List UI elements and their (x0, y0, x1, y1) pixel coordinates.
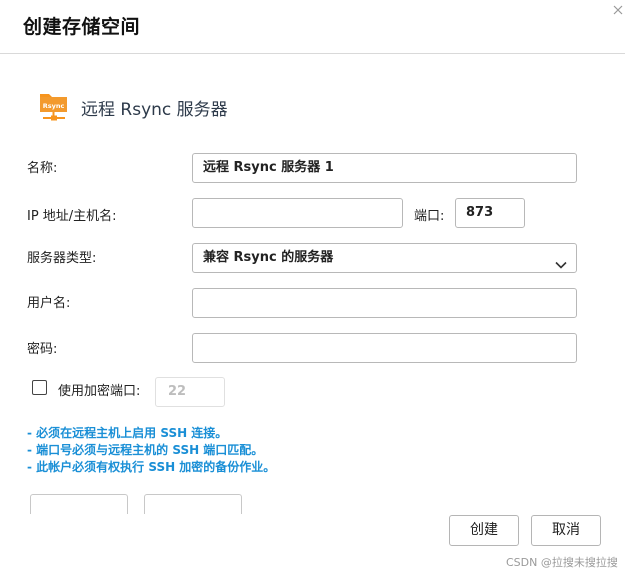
svg-text:Rsync: Rsync (43, 102, 65, 110)
name-label: 名称: (27, 161, 58, 176)
note-item: - 必须在远程主机上启用 SSH 连接。 (27, 426, 228, 440)
ssh-notes: - 必须在远程主机上启用 SSH 连接。 - 端口号必须与远程主机的 SSH 端… (27, 425, 275, 476)
encrypted-port-label: 使用加密端口: (58, 384, 141, 399)
note-item: - 此帐户必须有权执行 SSH 加密的备份作业。 (27, 460, 276, 474)
chevron-down-icon (555, 253, 567, 269)
hidden-button-right (144, 494, 242, 514)
close-icon[interactable] (612, 4, 624, 16)
note-item: - 端口号必须与远程主机的 SSH 端口匹配。 (27, 443, 264, 457)
cancel-button[interactable]: 取消 (531, 515, 601, 546)
port-field[interactable]: 873 (455, 198, 525, 228)
username-label: 用户名: (27, 296, 71, 311)
server-type-label: 服务器类型: (27, 251, 97, 266)
service-title: 远程 Rsync 服务器 (81, 100, 228, 120)
encrypted-port-field: 22 (155, 377, 225, 407)
rsync-server-icon: Rsync (39, 90, 69, 122)
hidden-button-left (30, 494, 128, 514)
password-field[interactable] (192, 333, 577, 363)
server-type-value: 兼容 Rsync 的服务器 (203, 250, 334, 265)
password-label: 密码: (27, 342, 58, 357)
create-button[interactable]: 创建 (449, 515, 519, 546)
host-label: IP 地址/主机名: (27, 209, 117, 224)
username-field[interactable] (192, 288, 577, 318)
port-label: 端口: (414, 209, 445, 224)
dialog-title: 创建存储空间 (23, 16, 141, 38)
server-type-select[interactable]: 兼容 Rsync 的服务器 (192, 243, 577, 273)
create-storage-dialog: 创建存储空间 Rsync 远程 Rsync 服务器 名称: 远程 Rsync 服… (0, 0, 625, 573)
name-field[interactable]: 远程 Rsync 服务器 1 (192, 153, 577, 183)
host-field[interactable] (192, 198, 403, 228)
encrypted-port-checkbox[interactable] (32, 380, 47, 395)
dialog-header: 创建存储空间 (0, 0, 625, 54)
watermark: CSDN @拉搜未搜拉搜 (506, 556, 618, 569)
